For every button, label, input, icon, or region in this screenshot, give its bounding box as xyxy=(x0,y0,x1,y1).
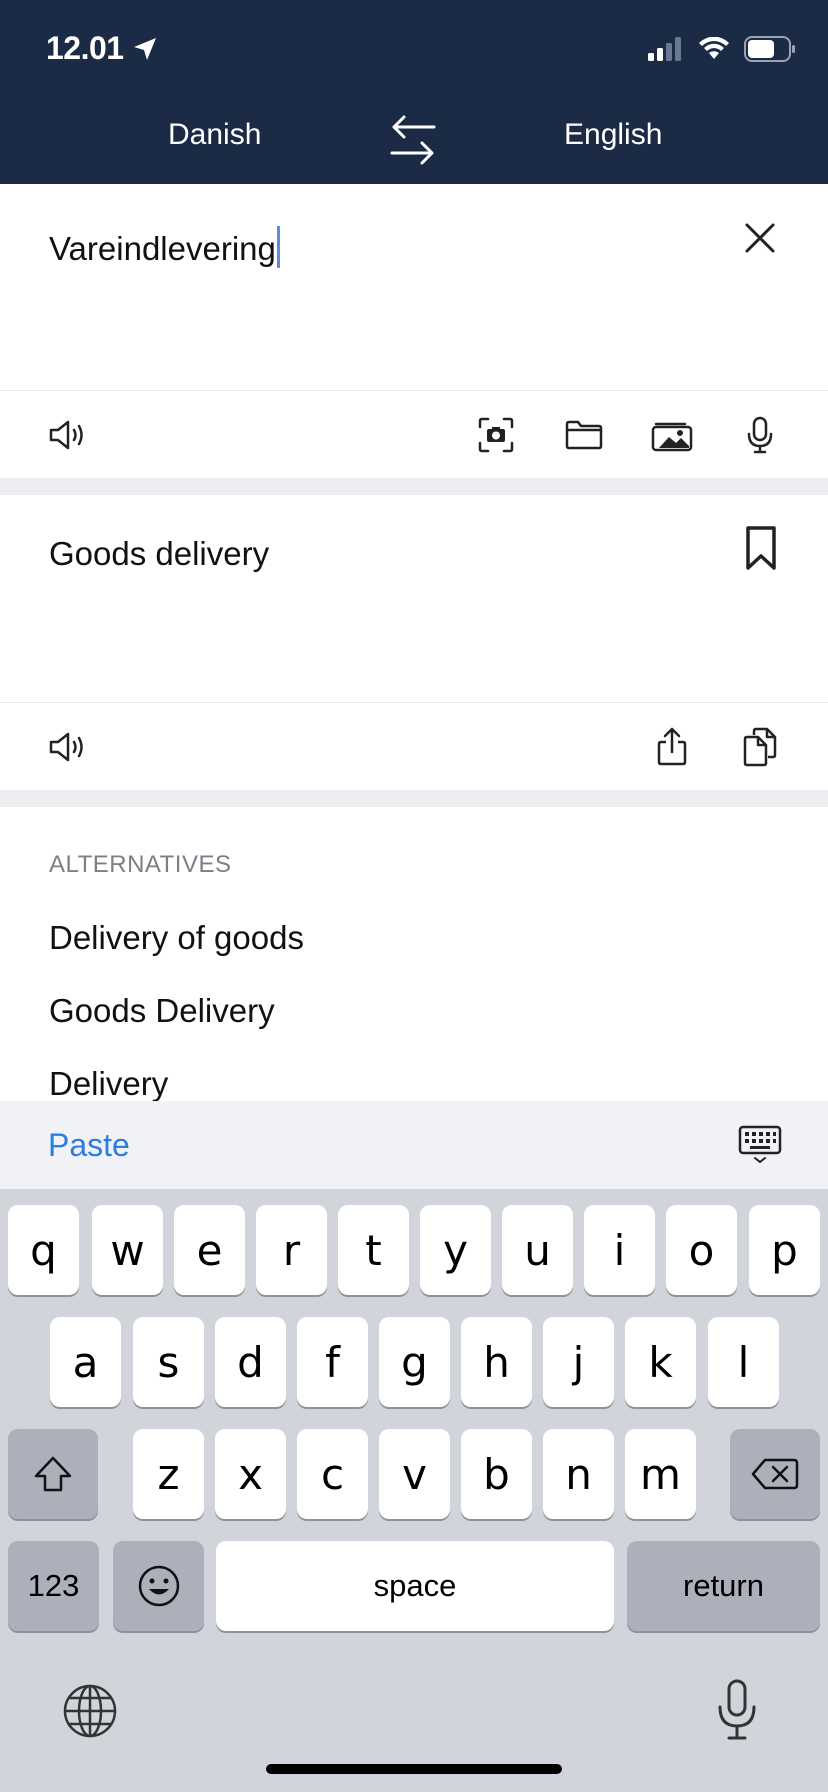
microphone-icon[interactable] xyxy=(736,411,784,459)
emoji-key[interactable] xyxy=(113,1541,204,1631)
speaker-icon[interactable] xyxy=(44,723,92,771)
copy-icon[interactable] xyxy=(736,723,784,771)
key-g[interactable]: g xyxy=(379,1317,450,1407)
folder-icon[interactable] xyxy=(560,411,608,459)
key-m[interactable]: m xyxy=(625,1429,696,1519)
home-indicator xyxy=(266,1764,562,1774)
space-key[interactable]: space xyxy=(216,1541,614,1631)
numbers-key[interactable]: 123 xyxy=(8,1541,99,1631)
key-p[interactable]: p xyxy=(749,1205,820,1295)
status-time-text: 12.01 xyxy=(46,30,124,66)
photos-icon[interactable] xyxy=(648,411,696,459)
backspace-icon xyxy=(751,1458,799,1490)
key-t[interactable]: t xyxy=(338,1205,409,1295)
key-d[interactable]: d xyxy=(215,1317,286,1407)
target-language-button[interactable]: English xyxy=(564,118,662,152)
shift-arrow-icon xyxy=(34,1456,72,1492)
key-s[interactable]: s xyxy=(133,1317,204,1407)
source-toolbar xyxy=(0,390,828,478)
alternative-item[interactable]: Delivery xyxy=(49,1065,168,1103)
translation-area: Goods delivery xyxy=(0,495,828,702)
share-icon[interactable] xyxy=(648,723,696,771)
globe-icon[interactable] xyxy=(62,1683,118,1739)
key-y[interactable]: y xyxy=(420,1205,491,1295)
translation-toolbar xyxy=(0,702,828,790)
alternative-item[interactable]: Goods Delivery xyxy=(49,992,275,1030)
key-z[interactable]: z xyxy=(133,1429,204,1519)
key-o[interactable]: o xyxy=(666,1205,737,1295)
key-v[interactable]: v xyxy=(379,1429,450,1519)
key-x[interactable]: x xyxy=(215,1429,286,1519)
source-text-input[interactable]: Vareindlevering xyxy=(49,226,280,268)
wifi-icon xyxy=(699,37,729,59)
key-u[interactable]: u xyxy=(502,1205,573,1295)
location-arrow-icon xyxy=(133,37,156,60)
alternative-item[interactable]: Delivery of goods xyxy=(49,919,304,957)
app-header: 12.01 Danish English xyxy=(0,0,828,184)
backspace-key[interactable] xyxy=(730,1429,820,1519)
source-text-area[interactable]: Vareindlevering xyxy=(0,184,828,390)
onscreen-keyboard: q w e r t y u i o p a s d f g h j k l z … xyxy=(0,1189,828,1792)
shift-key[interactable] xyxy=(8,1429,98,1519)
emoji-icon xyxy=(138,1565,179,1607)
swap-arrows-icon[interactable] xyxy=(390,114,436,166)
battery-icon xyxy=(744,36,795,62)
alternatives-heading: ALTERNATIVES xyxy=(49,851,232,878)
key-r[interactable]: r xyxy=(256,1205,327,1295)
key-k[interactable]: k xyxy=(625,1317,696,1407)
alternatives-section: ALTERNATIVES Delivery of goods Goods Del… xyxy=(0,807,828,1103)
speaker-icon[interactable] xyxy=(44,411,92,459)
key-w[interactable]: w xyxy=(92,1205,163,1295)
text-caret xyxy=(276,226,280,268)
key-b[interactable]: b xyxy=(461,1429,532,1519)
camera-scan-icon[interactable] xyxy=(472,411,520,459)
key-c[interactable]: c xyxy=(297,1429,368,1519)
key-q[interactable]: q xyxy=(8,1205,79,1295)
keyboard-accessory-bar: Paste xyxy=(0,1101,828,1189)
cellular-signal-icon xyxy=(648,37,681,61)
key-n[interactable]: n xyxy=(543,1429,614,1519)
dictation-microphone-icon[interactable] xyxy=(716,1679,758,1741)
key-f[interactable]: f xyxy=(297,1317,368,1407)
section-divider xyxy=(0,790,828,807)
close-icon[interactable] xyxy=(742,220,778,256)
key-l[interactable]: l xyxy=(708,1317,779,1407)
key-i[interactable]: i xyxy=(584,1205,655,1295)
source-language-button[interactable]: Danish xyxy=(168,118,261,152)
keyboard-dismiss-icon[interactable] xyxy=(738,1125,782,1165)
translation-text: Goods delivery xyxy=(49,535,270,572)
bookmark-icon[interactable] xyxy=(744,525,778,571)
key-h[interactable]: h xyxy=(461,1317,532,1407)
status-time: 12.01 xyxy=(46,30,158,67)
return-key[interactable]: return xyxy=(627,1541,820,1631)
section-divider xyxy=(0,478,828,495)
paste-button[interactable]: Paste xyxy=(48,1127,130,1164)
status-icons xyxy=(648,36,796,62)
source-text-value: Vareindlevering xyxy=(49,230,276,267)
key-e[interactable]: e xyxy=(174,1205,245,1295)
key-a[interactable]: a xyxy=(50,1317,121,1407)
key-j[interactable]: j xyxy=(543,1317,614,1407)
